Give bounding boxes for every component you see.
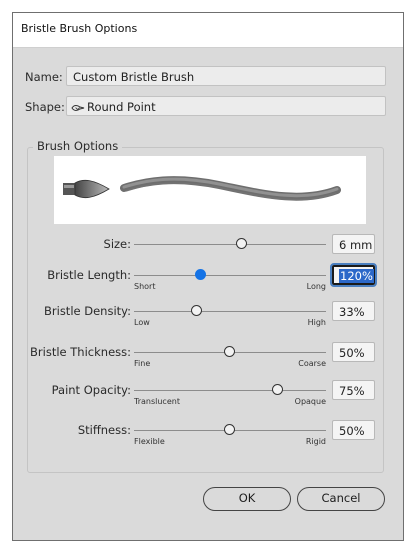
ok-button[interactable]: OK xyxy=(203,487,291,511)
slider-value-field[interactable]: 6 mm xyxy=(332,234,375,254)
slider-track[interactable] xyxy=(134,311,326,312)
name-field[interactable]: Custom Bristle Brush xyxy=(66,66,386,86)
slider-min-label: Low xyxy=(134,318,150,327)
slider-track[interactable] xyxy=(134,244,326,245)
slider-max-label: Opaque xyxy=(294,397,326,406)
slider-value: 33% xyxy=(339,305,365,319)
slider-track[interactable] xyxy=(134,275,326,276)
slider-label: Bristle Density: xyxy=(44,304,131,318)
slider-max-label: High xyxy=(307,318,326,327)
slider-label: Bristle Length: xyxy=(47,268,131,282)
slider-value: 50% xyxy=(339,346,365,360)
slider-value-field[interactable]: 120% xyxy=(330,263,377,287)
brush-preview xyxy=(54,156,366,224)
chevron-down-icon: ⌄ xyxy=(73,100,83,113)
slider-value-field[interactable]: 50% xyxy=(332,342,375,362)
slider-label: Size: xyxy=(103,237,131,251)
slider-value-field[interactable]: 50% xyxy=(332,420,375,440)
slider-min-label: Translucent xyxy=(134,397,180,406)
bristle-brush-options-dialog: Bristle Brush Options Name: Custom Brist… xyxy=(12,12,404,541)
slider-min-label: Flexible xyxy=(134,437,165,446)
cancel-button[interactable]: Cancel xyxy=(297,487,385,511)
slider-handle[interactable] xyxy=(272,384,283,395)
slider-track[interactable] xyxy=(134,390,326,391)
brush-options-title: Brush Options xyxy=(33,139,123,153)
slider-value: 120% xyxy=(339,269,374,283)
shape-label: Shape: xyxy=(25,100,65,114)
slider-handle[interactable] xyxy=(224,424,235,435)
slider-value-field[interactable]: 75% xyxy=(332,380,375,400)
dialog-title: Bristle Brush Options xyxy=(21,22,138,35)
slider-value-field[interactable]: 33% xyxy=(332,301,375,321)
slider-handle[interactable] xyxy=(224,346,235,357)
slider-label: Stiffness: xyxy=(77,423,131,437)
brush-stroke-preview-image xyxy=(63,176,341,201)
slider-min-label: Short xyxy=(134,282,156,291)
name-label: Name: xyxy=(25,70,63,84)
slider-handle[interactable] xyxy=(235,238,247,249)
slider-max-label: Coarse xyxy=(298,359,326,368)
slider-max-label: Rigid xyxy=(305,437,326,446)
slider-label: Paint Opacity: xyxy=(51,383,131,397)
slider-label: Bristle Thickness: xyxy=(30,345,131,359)
slider-max-label: Long xyxy=(306,282,326,291)
title-bar[interactable]: Bristle Brush Options xyxy=(13,13,403,48)
slider-value: 75% xyxy=(339,384,365,398)
shape-select[interactable]: Round Point ⌄ xyxy=(66,96,386,116)
slider-value: 6 mm xyxy=(339,238,373,252)
slider-value: 50% xyxy=(339,424,365,438)
slider-min-label: Fine xyxy=(134,359,151,368)
